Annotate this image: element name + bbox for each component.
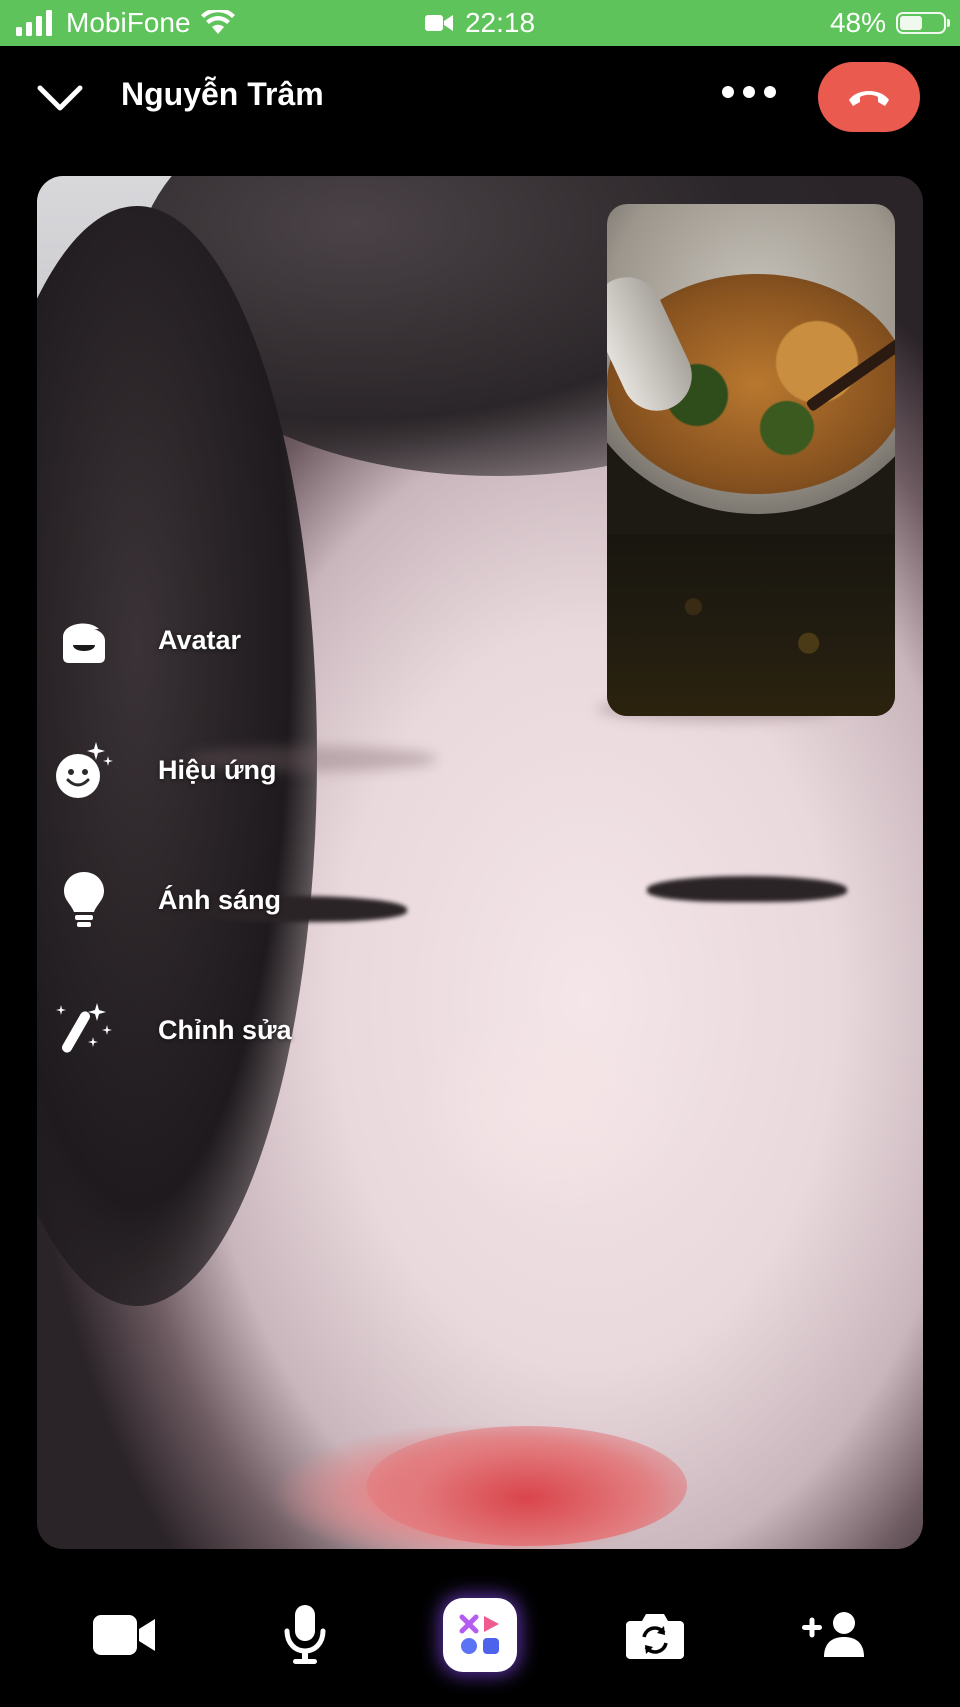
battery-icon <box>896 12 950 34</box>
toggle-video-button[interactable] <box>80 1590 170 1680</box>
menu-item-label: Avatar <box>158 624 242 655</box>
flip-camera-button[interactable] <box>610 1590 700 1680</box>
avatar-icon <box>63 623 105 663</box>
microphone-icon <box>284 1605 326 1664</box>
self-video-preview[interactable] <box>607 204 895 716</box>
status-bar: MobiFone 22:18 48% <box>0 0 960 46</box>
menu-item-label: Hiệu ứng <box>158 754 277 785</box>
video-camera-icon <box>93 1615 155 1655</box>
lightbulb-icon <box>64 872 104 927</box>
toggle-mic-button[interactable] <box>260 1590 350 1680</box>
menu-item-edit[interactable]: Chỉnh sửa <box>52 985 372 1075</box>
menu-item-avatar[interactable]: Avatar <box>52 595 372 685</box>
menu-item-label: Chỉnh sửa <box>158 1014 292 1045</box>
add-participant-button[interactable] <box>790 1590 880 1680</box>
call-header: Nguyễn Trâm <box>0 46 960 150</box>
magic-wand-icon <box>56 1003 112 1053</box>
battery-percent: 48% <box>829 7 886 38</box>
effects-icon <box>56 742 113 798</box>
more-icon[interactable] <box>722 86 776 98</box>
end-call-button[interactable] <box>818 62 920 132</box>
flip-camera-icon <box>626 1614 684 1659</box>
apps-button[interactable] <box>443 1598 517 1672</box>
caller-name: Nguyễn Trâm <box>121 76 324 112</box>
menu-item-lighting[interactable]: Ánh sáng <box>52 855 372 945</box>
end-call-icon <box>849 91 889 106</box>
call-controls <box>0 1590 960 1707</box>
menu-item-effects[interactable]: Hiệu ứng <box>52 725 372 815</box>
add-person-icon <box>802 1612 864 1657</box>
clock: 22:18 <box>464 7 536 38</box>
chevron-down-icon[interactable] <box>34 78 86 118</box>
video-call-indicator-icon <box>424 15 453 31</box>
menu-item-label: Ánh sáng <box>158 884 282 915</box>
apps-icon <box>459 1614 499 1654</box>
